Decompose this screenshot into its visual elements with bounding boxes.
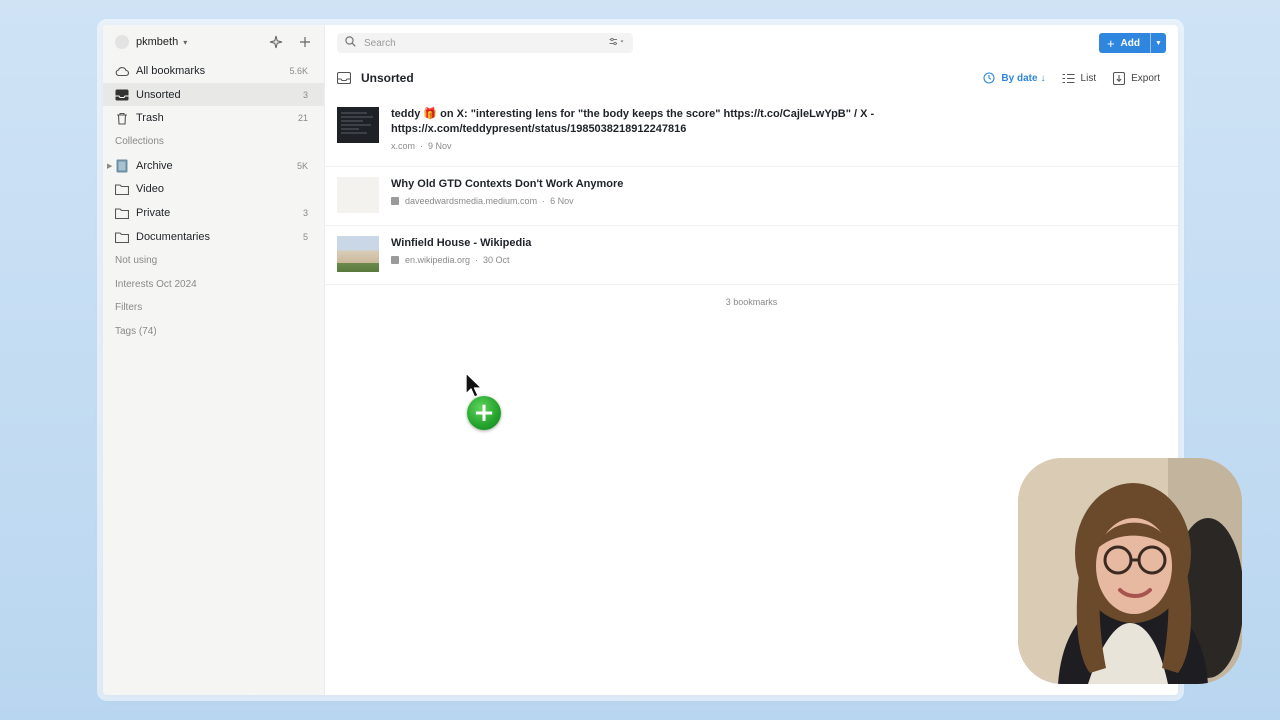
sidebar-item-count: 21 <box>297 113 308 124</box>
bookmark-thumbnail <box>337 107 379 143</box>
export-button[interactable]: Export <box>1112 71 1160 85</box>
separator-dot: · <box>420 141 424 151</box>
sort-by-date-button[interactable]: By date ↓ <box>982 72 1046 85</box>
chevron-right-icon[interactable]: ▶ <box>107 162 112 170</box>
site-favicon-icon <box>391 197 399 205</box>
export-label: Export <box>1131 72 1160 84</box>
cloud-icon <box>115 64 129 78</box>
archive-icon <box>115 159 129 173</box>
sidebar-item-count: 3 <box>302 89 308 100</box>
sparkle-icon[interactable] <box>267 33 285 51</box>
bookmark-domain: x.com <box>391 141 416 151</box>
site-favicon-icon <box>391 256 399 264</box>
bookmark-meta: en.wikipedia.org · 30 Oct <box>391 255 1166 265</box>
search-icon <box>345 36 356 50</box>
group-not-using[interactable]: Not using <box>103 249 324 273</box>
filter-options-icon[interactable] <box>609 37 625 49</box>
group-interests-oct-2024[interactable]: Interests Oct 2024 <box>103 272 324 296</box>
inbox-icon <box>115 88 129 102</box>
view-list-button[interactable]: List <box>1062 72 1097 85</box>
bookmark-meta: x.com · 9 Nov <box>391 141 1166 151</box>
bookmark-domain: daveedwardsmedia.medium.com <box>405 196 538 206</box>
bookmark-title[interactable]: Winfield House - Wikipedia <box>391 236 1166 251</box>
user-name[interactable]: pkmbeth <box>136 36 178 48</box>
webcam-overlay <box>1018 458 1242 684</box>
bookmark-meta: daveedwardsmedia.medium.com · 6 Nov <box>391 196 1166 206</box>
sidebar-item-count: 5K <box>296 160 308 171</box>
bookmark-body: Winfield House - Wikipedia en.wikipedia.… <box>391 236 1166 284</box>
add-main-button[interactable]: + Add <box>1099 33 1150 53</box>
bookmark-date: 9 Nov <box>428 141 452 151</box>
sidebar-item-archive[interactable]: ▶ Archive 5K <box>103 154 324 178</box>
sidebar-item-label: Trash <box>136 112 164 125</box>
sidebar-item-label: Private <box>136 206 171 219</box>
page-header: Unsorted By date ↓ List Export <box>325 61 1178 95</box>
bookmark-title[interactable]: Why Old GTD Contexts Don't Work Anymore <box>391 177 1166 192</box>
bookmark-count: 3 bookmarks <box>725 297 778 307</box>
bookmark-title[interactable]: teddy 🎁 on X: "interesting lens for "the… <box>391 107 1166 137</box>
arrow-down-icon: ↓ <box>1040 72 1046 84</box>
sidebar-header: pkmbeth ▾ <box>103 25 324 59</box>
sidebar-item-video[interactable]: Video <box>103 177 324 201</box>
tags-heading[interactable]: Tags (74) <box>103 320 324 344</box>
trash-icon <box>115 111 129 125</box>
top-bar: Search + Add ▼ <box>325 25 1178 61</box>
bookmark-date: 6 Nov <box>550 196 574 206</box>
search-placeholder: Search <box>364 37 396 49</box>
sidebar-item-count: 5.6K <box>289 65 308 76</box>
separator-dot: · <box>475 255 479 265</box>
search-input[interactable]: Search <box>337 33 633 53</box>
folder-icon <box>115 206 129 220</box>
bookmark-row[interactable]: Why Old GTD Contexts Don't Work Anymore … <box>325 167 1178 226</box>
bookmark-date: 30 Oct <box>483 255 510 265</box>
list-icon <box>1062 72 1075 85</box>
bookmark-thumbnail <box>337 177 379 213</box>
sidebar-item-label: Archive <box>136 159 173 172</box>
sort-label: By date <box>1001 72 1038 84</box>
app-window: pkmbeth ▾ All bookmarks 5.6K Unsorted 3 <box>103 25 1178 695</box>
sidebar-item-all-bookmarks[interactable]: All bookmarks 5.6K <box>103 59 324 83</box>
download-icon <box>1112 71 1125 85</box>
sidebar-item-documentaries[interactable]: Documentaries 5 <box>103 225 324 249</box>
bookmark-thumbnail <box>337 236 379 272</box>
sidebar-item-private[interactable]: Private 3 <box>103 201 324 225</box>
bookmark-row[interactable]: teddy 🎁 on X: "interesting lens for "the… <box>325 97 1178 167</box>
plus-icon: + <box>1106 35 1115 51</box>
bookmark-domain: en.wikipedia.org <box>405 255 471 265</box>
chevron-down-icon[interactable]: ▾ <box>183 38 187 47</box>
folder-icon <box>115 230 129 244</box>
filters-heading[interactable]: Filters <box>103 296 324 320</box>
avatar[interactable] <box>115 35 129 49</box>
sidebar-item-count: 3 <box>302 207 308 218</box>
clock-icon <box>982 72 995 85</box>
page-title: Unsorted <box>361 71 414 85</box>
folder-icon <box>115 182 129 196</box>
bookmark-body: Why Old GTD Contexts Don't Work Anymore … <box>391 177 1166 225</box>
sidebar-item-trash[interactable]: Trash 21 <box>103 106 324 130</box>
bookmark-list: teddy 🎁 on X: "interesting lens for "the… <box>325 97 1178 285</box>
sidebar-item-label: Unsorted <box>136 88 181 101</box>
inbox-icon <box>336 71 352 85</box>
chevron-down-icon[interactable]: ▼ <box>1150 33 1166 53</box>
add-label: Add <box>1120 37 1140 49</box>
view-label: List <box>1080 72 1097 84</box>
collections-heading[interactable]: Collections <box>103 130 324 154</box>
sidebar: pkmbeth ▾ All bookmarks 5.6K Unsorted 3 <box>103 25 325 695</box>
sidebar-item-unsorted[interactable]: Unsorted 3 <box>103 82 324 107</box>
sidebar-item-count: 5 <box>302 231 308 242</box>
sidebar-item-label: Video <box>136 183 164 196</box>
presenter-video-icon <box>1018 458 1242 684</box>
sidebar-item-label: All bookmarks <box>136 64 206 77</box>
add-button[interactable]: + Add ▼ <box>1098 33 1166 53</box>
add-collection-icon[interactable] <box>296 33 314 51</box>
separator-dot: · <box>542 196 546 206</box>
drag-copy-plus-icon: + <box>467 396 501 430</box>
bookmark-body: teddy 🎁 on X: "interesting lens for "the… <box>391 107 1166 166</box>
sidebar-item-label: Documentaries <box>136 230 210 243</box>
bookmark-row[interactable]: Winfield House - Wikipedia en.wikipedia.… <box>325 226 1178 285</box>
